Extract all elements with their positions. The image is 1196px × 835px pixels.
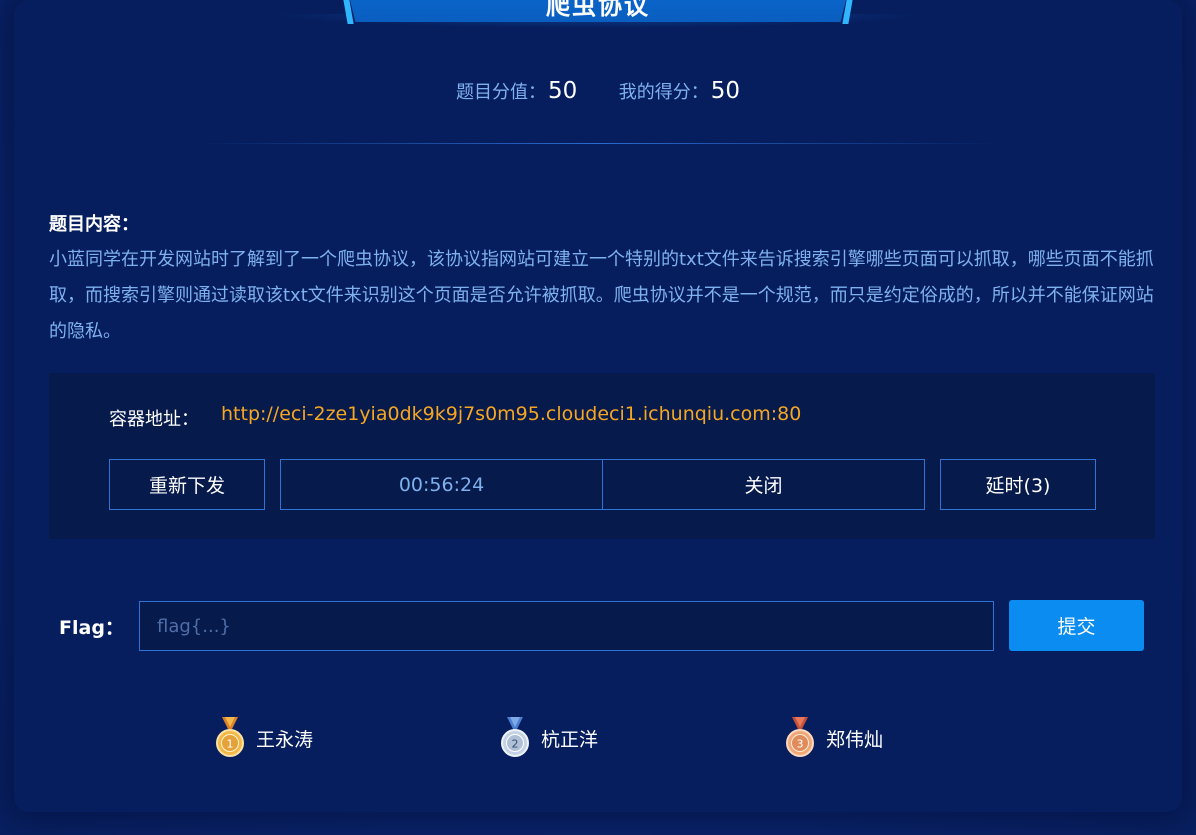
close-button[interactable]: 关闭 xyxy=(603,460,924,509)
reissue-button[interactable]: 重新下发 xyxy=(109,459,265,510)
gold-medal-icon: 1 xyxy=(216,717,244,757)
score-value: 50 xyxy=(547,78,578,104)
ranking-item: 3 郑伟灿 xyxy=(782,716,883,760)
container-box: 容器地址： http://eci-2ze1yia0dk9k9j7s0m95.cl… xyxy=(49,373,1155,539)
svg-text:2: 2 xyxy=(512,738,519,751)
my-score-value: 50 xyxy=(710,78,741,104)
score-row: 题目分值：50 我的得分：50 xyxy=(0,78,1196,104)
svg-text:3: 3 xyxy=(797,738,804,751)
challenge-title: 爬虫协议 xyxy=(546,0,650,20)
timer-group: 00:56:24 关闭 xyxy=(280,459,925,510)
ranking-name: 王永涛 xyxy=(256,728,314,751)
svg-text:1: 1 xyxy=(227,738,234,751)
submit-button[interactable]: 提交 xyxy=(1009,600,1144,651)
content-text: 小蓝同学在开发网站时了解到了一个爬虫协议，该协议指网站可建立一个特别的txt文件… xyxy=(49,249,1154,342)
my-score-label: 我的得分： xyxy=(618,82,709,103)
ranking-name: 杭正洋 xyxy=(541,728,599,751)
container-address-label: 容器地址： xyxy=(109,409,199,430)
silver-medal-icon: 2 xyxy=(501,717,529,757)
flag-label: Flag： xyxy=(59,617,124,639)
flag-input[interactable] xyxy=(139,601,994,651)
ranking-item: 2 杭正洋 xyxy=(497,716,598,760)
ranking-name: 郑伟灿 xyxy=(826,728,884,751)
ranking-item: 1 王永涛 xyxy=(212,716,313,760)
container-address-link[interactable]: http://eci-2ze1yia0dk9k9j7s0m95.cloudeci… xyxy=(221,403,801,425)
countdown-timer: 00:56:24 xyxy=(281,460,603,509)
bronze-medal-icon: 3 xyxy=(786,717,814,757)
score-label: 题目分值： xyxy=(455,82,546,103)
divider xyxy=(198,143,998,144)
page-background: 爬虫协议 题目分值：50 我的得分：50 题目内容： 小蓝同学在开发网站时了解到… xyxy=(0,0,1196,835)
extend-button[interactable]: 延时(3) xyxy=(940,459,1096,510)
content-label: 题目内容： xyxy=(49,214,139,235)
